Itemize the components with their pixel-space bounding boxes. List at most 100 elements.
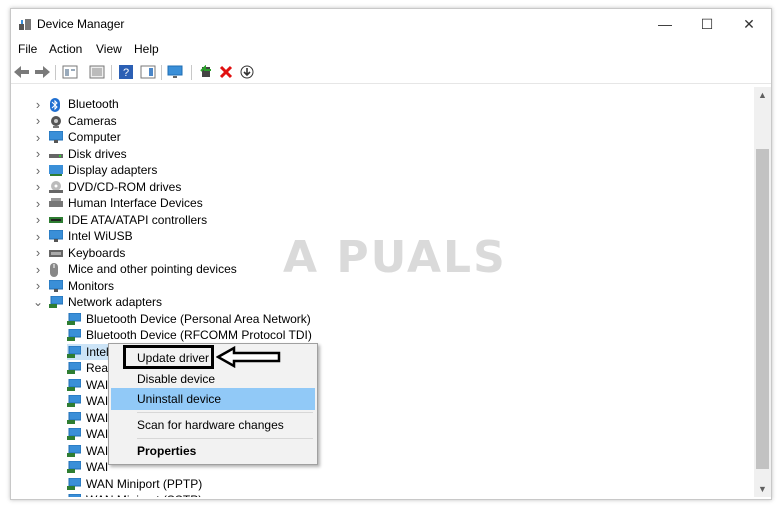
menu-separator (137, 412, 313, 413)
tree-device-row[interactable]: WAI (67, 410, 111, 426)
tree-device-row[interactable]: WAI (67, 426, 111, 442)
network-adapter-icon (67, 378, 82, 391)
tree-category-row[interactable]: › Mice and other pointing devices (33, 261, 237, 277)
tree-category-row[interactable]: › Keyboards (33, 245, 126, 261)
tree-category-row[interactable]: › Display adapters (33, 162, 158, 178)
network-adapter-icon (49, 295, 64, 308)
tree-category-label: Intel WiUSB (68, 229, 133, 243)
scrollbar-thumb[interactable] (756, 149, 769, 469)
tree-category-row[interactable]: › DVD/CD-ROM drives (33, 179, 182, 195)
tree-device-label: Bluetooth Device (Personal Area Network) (86, 311, 311, 326)
monitor-icon (48, 279, 64, 292)
menu-bar: File Action View Help (11, 39, 771, 59)
tree-category-label: Monitors (68, 278, 115, 293)
tree-category-label: Cameras (68, 113, 117, 128)
chevron-right-icon[interactable]: › (33, 130, 43, 145)
tree-device-row[interactable]: WAI (67, 459, 111, 475)
uninstall-icon[interactable] (217, 64, 235, 80)
tree-category-label: Display adapters (68, 163, 158, 177)
network-adapter-icon (67, 411, 82, 424)
tree-category-row[interactable]: › Human Interface Devices (33, 195, 203, 211)
tree-category-label: Human Interface Devices (68, 196, 203, 210)
menu-help[interactable]: Help (134, 42, 159, 56)
bluetooth-icon (49, 98, 63, 112)
forward-icon[interactable] (33, 64, 51, 80)
ctx-properties[interactable]: Properties (111, 440, 315, 462)
network-adapter-icon (67, 477, 82, 490)
tree-device-row[interactable]: WAI (67, 393, 111, 409)
properties-icon[interactable] (61, 64, 79, 80)
chevron-down-icon[interactable]: ⌄ (33, 295, 43, 309)
menu-action[interactable]: Action (49, 42, 82, 56)
mouse-icon (49, 263, 63, 277)
tree-category-label: Mice and other pointing devices (68, 262, 237, 276)
maximize-button[interactable]: ☐ (689, 13, 725, 35)
ctx-scan-hardware[interactable]: Scan for hardware changes (111, 414, 315, 436)
tree-category-row[interactable]: › Intel WiUSB (33, 228, 133, 244)
hid-icon (49, 197, 63, 209)
network-adapter-icon (67, 444, 82, 457)
tree-device-row[interactable]: Bluetooth Device (Personal Area Network) (67, 311, 314, 327)
help-icon[interactable]: ? (117, 64, 135, 80)
scroll-up-icon[interactable]: ▲ (754, 87, 771, 103)
tree-category-label: Keyboards (68, 245, 126, 260)
close-button[interactable]: ✕ (731, 13, 767, 35)
callout-highlight-box (123, 345, 214, 369)
ctx-disable-device[interactable]: Disable device (111, 368, 315, 390)
title-bar[interactable]: Device Manager — ☐ ✕ (11, 9, 771, 39)
chevron-right-icon[interactable]: › (33, 262, 43, 277)
tree-category-label: Disk drives (68, 146, 127, 161)
chevron-right-icon[interactable]: › (33, 97, 43, 112)
minimize-button[interactable]: — (647, 13, 683, 35)
tree-device-row[interactable]: Real (67, 360, 114, 376)
tree-category-row[interactable]: › IDE ATA/ATAPI controllers (33, 212, 207, 228)
device-manager-icon (19, 19, 31, 30)
tree-category-row[interactable]: › Computer (33, 129, 121, 145)
download-icon[interactable] (238, 64, 256, 80)
chevron-right-icon[interactable]: › (33, 113, 43, 128)
network-adapter-icon (67, 493, 82, 497)
chevron-right-icon[interactable]: › (33, 278, 43, 293)
action-pane-icon[interactable] (139, 64, 157, 80)
vertical-scrollbar[interactable]: ▲ ▼ (754, 87, 771, 497)
window-title: Device Manager (37, 17, 125, 31)
network-adapter-icon (67, 460, 82, 473)
chevron-right-icon[interactable]: › (33, 179, 43, 194)
scroll-down-icon[interactable]: ▼ (754, 481, 771, 497)
scan-hardware-icon[interactable] (167, 64, 185, 80)
show-hide-icon[interactable] (88, 64, 106, 80)
network-adapter-icon (67, 427, 82, 440)
chevron-right-icon[interactable]: › (33, 163, 43, 178)
tree-category-row[interactable]: › Cameras (33, 113, 117, 129)
monitor-icon (48, 229, 64, 242)
tree-category-label: Bluetooth (68, 97, 119, 111)
update-driver-icon[interactable] (197, 64, 215, 80)
menu-separator (137, 438, 313, 439)
tree-category-row[interactable]: › Disk drives (33, 146, 127, 162)
tree-category-row[interactable]: › Bluetooth (33, 96, 119, 112)
tree-device-row[interactable]: WAN Miniport (SSTP) (67, 492, 205, 497)
dvd-icon (49, 180, 63, 193)
chevron-right-icon[interactable]: › (33, 245, 43, 260)
menu-file[interactable]: File (18, 42, 37, 56)
tree-device-row[interactable]: WAI (67, 443, 111, 459)
network-adapter-icon (67, 345, 82, 358)
tree-device-row[interactable]: Bluetooth Device (RFCOMM Protocol TDI) (67, 327, 315, 343)
back-icon[interactable] (13, 64, 31, 80)
ide-controller-icon (49, 214, 63, 226)
tree-device-row[interactable]: WAI (67, 377, 111, 393)
chevron-right-icon[interactable]: › (33, 146, 43, 161)
menu-view[interactable]: View (96, 42, 122, 56)
chevron-right-icon[interactable]: › (33, 196, 43, 211)
display-adapter-icon (49, 164, 63, 176)
tree-category-row[interactable]: ⌄ Network adapters (33, 294, 162, 310)
tree-category-label: Computer (68, 130, 121, 144)
chevron-right-icon[interactable]: › (33, 212, 43, 227)
tree-category-row[interactable]: › Monitors (33, 278, 114, 294)
tree-device-label: Bluetooth Device (RFCOMM Protocol TDI) (86, 328, 312, 342)
computer-icon (48, 130, 64, 143)
keyboard-icon (49, 247, 63, 259)
chevron-right-icon[interactable]: › (33, 229, 43, 244)
tree-device-row[interactable]: WAN Miniport (PPTP) (67, 476, 205, 492)
ctx-uninstall-device[interactable]: Uninstall device (111, 388, 315, 410)
